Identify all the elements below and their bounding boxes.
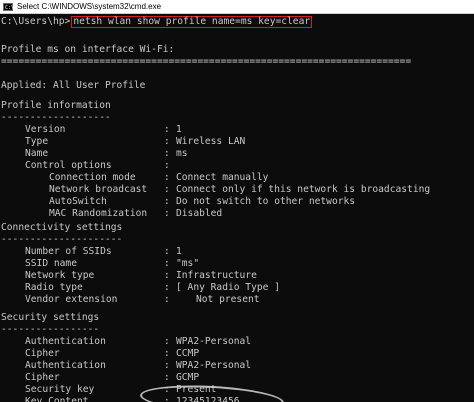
kv-separator: : <box>164 208 170 219</box>
kv-value: WPA2-Personal <box>176 360 252 371</box>
kv-row: Authentication: WPA2-Personal <box>0 360 470 372</box>
kv-value: GCMP <box>176 372 200 383</box>
kv-row: Type: Wireless LAN <box>0 136 470 148</box>
cmd-window: C:\ Select C:\WINDOWS\system32\cmd.exe C… <box>0 0 474 402</box>
window-title: Select C:\WINDOWS\system32\cmd.exe <box>17 2 162 11</box>
kv-separator: : <box>164 124 170 135</box>
section-connectivity-dash: --------------------- <box>1 234 123 245</box>
kv-key: Control options <box>25 160 112 171</box>
profile-header: Profile ms on interface Wi-Fi: <box>1 44 175 55</box>
kv-key: Security key <box>25 384 95 395</box>
kv-key: Radio type <box>25 282 83 293</box>
section-security-dash: ----------------- <box>1 324 100 335</box>
kv-row: Vendor extension: Not present <box>0 294 470 306</box>
kv-key: Cipher <box>25 372 60 383</box>
prompt: C:\Users\hp> <box>1 16 71 27</box>
kv-separator: : <box>164 360 170 371</box>
kv-separator: : <box>164 160 170 171</box>
applied-line: Applied: All User Profile <box>1 80 146 91</box>
kv-separator: : <box>164 136 170 147</box>
kv-value: Do not switch to other networks <box>176 196 356 207</box>
kv-separator: : <box>164 270 170 281</box>
section-connectivity-title: Connectivity settings <box>1 222 123 233</box>
kv-value: Connect manually <box>176 172 269 183</box>
kv-row: Network broadcast: Connect only if this n… <box>0 184 470 196</box>
kv-value: Disabled <box>176 208 223 219</box>
kv-row: Control options: <box>0 160 470 172</box>
kv-value: 1 <box>176 246 182 257</box>
kv-key: Connection mode <box>49 172 136 183</box>
kv-key: Name <box>25 148 49 159</box>
kv-key: Authentication <box>25 336 106 347</box>
kv-value: Infrastructure <box>176 270 257 281</box>
kv-key: Type <box>25 136 49 147</box>
kv-key: AutoSwitch <box>49 196 107 207</box>
kv-key: Network broadcast <box>49 184 148 195</box>
kv-row: Connection mode: Connect manually <box>0 172 470 184</box>
section-profile-dash: ------------------- <box>1 112 111 123</box>
section-security-title: Security settings <box>1 312 100 323</box>
kv-key: Cipher <box>25 348 60 359</box>
kv-key: SSID name <box>25 258 77 269</box>
kv-row: MAC Randomization: Disabled <box>0 208 470 220</box>
kv-separator: : <box>164 196 170 207</box>
kv-separator: : <box>164 258 170 269</box>
kv-row: Cipher: CCMP <box>0 348 470 360</box>
kv-value: CCMP <box>176 348 200 359</box>
kv-separator: : <box>164 294 170 305</box>
kv-key: Version <box>25 124 66 135</box>
kv-value: ms <box>176 148 188 159</box>
kv-separator: : <box>164 348 170 359</box>
kv-separator: : <box>164 172 170 183</box>
kv-row: Cipher: GCMP <box>0 372 470 384</box>
kv-separator: : <box>164 282 170 293</box>
kv-key: Key Content <box>25 396 89 402</box>
kv-row: Number of SSIDs:1 <box>0 246 470 258</box>
kv-row: Name: ms <box>0 148 470 160</box>
command-highlight: netsh wlan show profile name=ms key=clea… <box>71 16 313 28</box>
cmd-icon: C:\ <box>3 2 15 11</box>
kv-value: 1 <box>176 124 182 135</box>
prompt-line: C:\Users\hp> netsh wlan show profile nam… <box>1 16 313 28</box>
section-profile-title: Profile information <box>1 100 111 111</box>
kv-value: Connect only if this network is broadcas… <box>176 184 431 195</box>
kv-row: Network type: Infrastructure <box>0 270 470 282</box>
kv-key: MAC Randomization <box>49 208 148 219</box>
console-output[interactable]: C:\Users\hp> netsh wlan show profile nam… <box>0 14 474 402</box>
kv-separator: : <box>164 336 170 347</box>
kv-key: Network type <box>25 270 95 281</box>
kv-value: Wireless LAN <box>176 136 246 147</box>
kv-separator: : <box>164 372 170 383</box>
kv-row: Version:1 <box>0 124 470 136</box>
kv-separator: : <box>164 184 170 195</box>
kv-row: SSID name: "ms" <box>0 258 470 270</box>
kv-row: Authentication: WPA2-Personal <box>0 336 470 348</box>
kv-value: "ms" <box>176 258 200 269</box>
kv-value: WPA2-Personal <box>176 336 252 347</box>
kv-key: Authentication <box>25 360 106 371</box>
kv-row: AutoSwitch: Do not switch to other networ… <box>0 196 470 208</box>
rule-1: ========================================… <box>1 56 412 67</box>
kv-separator: : <box>164 148 170 159</box>
kv-row: Radio type: [ Any Radio Type ] <box>0 282 470 294</box>
kv-key: Number of SSIDs <box>25 246 112 257</box>
kv-value: Not present <box>196 294 260 305</box>
kv-value: [ Any Radio Type ] <box>176 282 280 293</box>
kv-separator: : <box>164 246 170 257</box>
title-bar[interactable]: C:\ Select C:\WINDOWS\system32\cmd.exe <box>0 0 474 14</box>
kv-key: Vendor extension <box>25 294 118 305</box>
